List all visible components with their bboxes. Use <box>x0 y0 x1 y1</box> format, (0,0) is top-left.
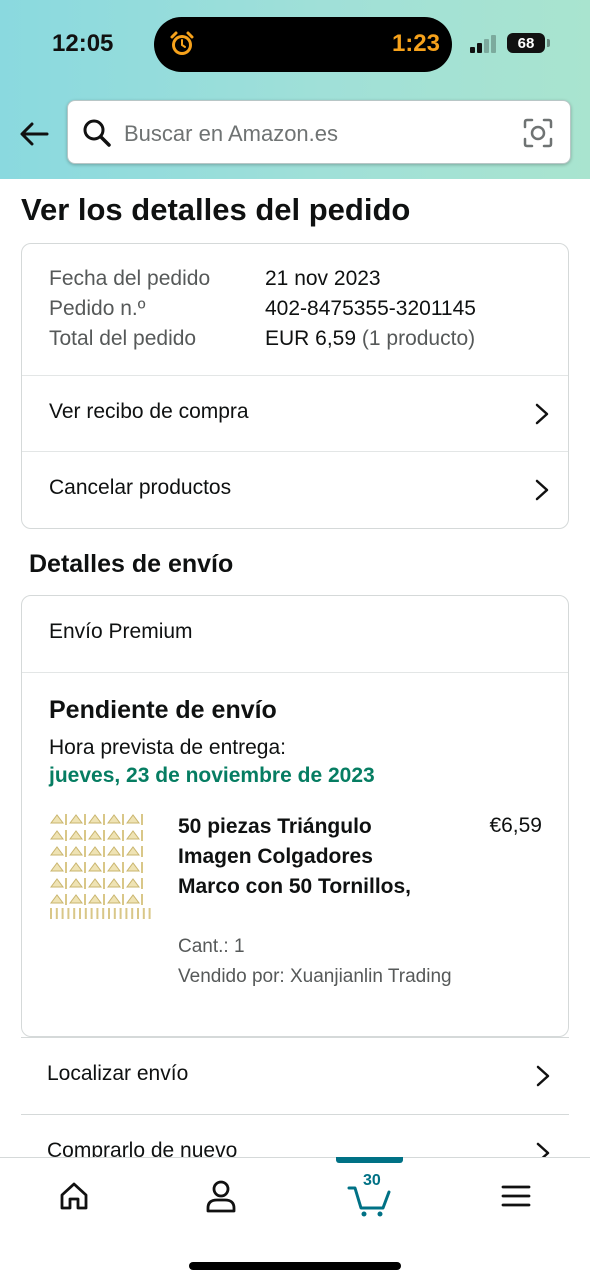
shipping-type: Envío Premium <box>49 620 193 643</box>
tab-account[interactable] <box>191 1172 251 1220</box>
cellular-signal-icon <box>470 35 500 53</box>
divider <box>22 672 568 673</box>
order-total-amount: EUR 6,59 <box>265 327 357 350</box>
product-price: €6,59 <box>489 814 542 837</box>
header-area: 12:05 1:23 68 Buscar en Amazon.es <box>0 0 590 179</box>
eta-label: Hora prevista de entrega: <box>49 736 286 759</box>
search-placeholder: Buscar en Amazon.es <box>124 121 339 146</box>
home-indicator <box>189 1262 401 1270</box>
home-icon <box>60 1182 88 1210</box>
battery-indicator: 68 <box>507 33 550 53</box>
back-arrow-icon <box>20 122 49 146</box>
search-icon <box>83 119 111 147</box>
product-title[interactable]: 50 piezas Triángulo Imagen Colgadores Ma… <box>178 812 418 902</box>
timer-readout: 1:23 <box>391 30 440 57</box>
active-tab-indicator <box>336 1157 403 1163</box>
dynamic-island: 1:23 <box>154 17 452 72</box>
search-input[interactable]: Buscar en Amazon.es <box>67 100 571 164</box>
order-total-item-count: (1 producto) <box>361 327 476 350</box>
tab-home[interactable] <box>44 1172 104 1220</box>
shipping-section-title: Detalles de envío <box>29 550 234 578</box>
order-number-label: Pedido n.º <box>49 297 146 320</box>
order-summary-card: Fecha del pedido 21 nov 2023 Pedido n.º … <box>21 243 569 529</box>
order-date-label: Fecha del pedido <box>49 267 211 290</box>
order-number-value: 402-8475355-3201145 <box>265 297 476 320</box>
eta-date: jueves, 23 de noviembre de 2023 <box>49 764 375 787</box>
track-package-link[interactable]: Localizar envío <box>21 1037 569 1113</box>
shipping-details-card: Envío Premium Pendiente de envío Hora pr… <box>21 595 569 1037</box>
order-total-value: EUR 6,59 (1 producto) <box>265 327 475 351</box>
cart-count-badge: 30 <box>363 1172 381 1189</box>
status-time: 12:05 <box>52 30 114 57</box>
back-button[interactable] <box>16 116 52 152</box>
chevron-right-icon <box>536 1065 550 1087</box>
order-total-label: Total del pedido <box>49 327 197 350</box>
chevron-right-icon <box>535 403 549 425</box>
alarm-clock-icon <box>170 31 194 55</box>
camera-search-icon[interactable] <box>522 117 554 149</box>
view-receipt-label: Ver recibo de compra <box>49 400 249 423</box>
tab-cart[interactable]: 30 <box>339 1172 403 1220</box>
track-package-label: Localizar envío <box>47 1062 189 1085</box>
shipping-status: Pendiente de envío <box>49 696 277 724</box>
user-icon <box>206 1180 236 1213</box>
hamburger-menu-icon <box>501 1185 531 1207</box>
product-quantity: Cant.: 1 <box>178 936 245 957</box>
bottom-tab-bar: 30 <box>0 1157 590 1280</box>
view-receipt-link[interactable]: Ver recibo de compra <box>22 376 568 452</box>
cancel-products-label: Cancelar productos <box>49 476 232 499</box>
tab-menu[interactable] <box>486 1172 546 1220</box>
product-seller: Vendido por: Xuanjianlin Trading <box>178 966 452 987</box>
chevron-right-icon <box>535 479 549 501</box>
cancel-products-link[interactable]: Cancelar productos <box>22 452 568 528</box>
product-image[interactable] <box>47 810 155 920</box>
order-date-value: 21 nov 2023 <box>265 267 381 290</box>
page-title: Ver los detalles del pedido <box>21 192 411 227</box>
